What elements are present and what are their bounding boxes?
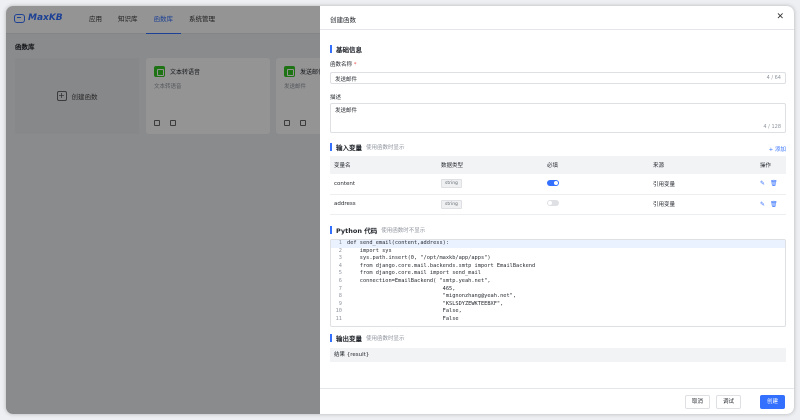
cancel-button[interactable]: 取消 [684,395,710,409]
create-function-drawer: 创建函数 ✕ 基础信息 函数名称 * 发送邮件 4 / 64 描述 发送邮件 4… [320,6,794,414]
edit-icon[interactable]: ✎ [760,180,765,187]
line-number: 7 [338,285,342,292]
desc-label: 描述 [330,95,342,101]
delete-icon[interactable]: 🗑 [770,201,778,208]
code-line: 4 from django.core.mail.backends.smtp im… [331,263,785,271]
code-text: def send_email(content,address): [347,240,450,246]
var-source: 引用变量 [649,194,756,215]
function-name-value: 发送邮件 [335,77,358,83]
section-marker [330,45,332,53]
code-line: 11 False [331,316,785,324]
section-basic-info: 基础信息 [330,44,362,54]
drawer-title: 创建函数 [330,16,356,24]
type-tag: string [441,199,462,209]
name-label: 函数名称 * [330,60,357,68]
section-marker [330,143,332,151]
code-line: 6 connection=EmailBackend( "smtp.yeah.ne… [331,278,785,286]
line-number: 1 [338,240,342,246]
section-python-code: Python 代码 使用函数时不显示 [330,225,425,235]
section-input-vars: 输入变量 使用函数时显示 [330,142,405,152]
code-text: "KSLSDYZEWKTEEBXF", [347,300,504,307]
code-line: 7 465, [331,286,785,294]
code-line: 1 def send_email(content,address): [331,240,785,248]
code-line: 3 sys.path.insert(0, "/opt/maxkb/app/app… [331,255,785,263]
code-line: 2 import sys [331,248,785,256]
drawer-header: 创建函数 ✕ [320,6,794,30]
code-text: connection=EmailBackend( "smtp.yeah.net"… [347,277,491,284]
create-button[interactable]: 创建 [759,395,785,409]
code-text: 465, [347,285,456,292]
col-header-type: 数据类型 [437,156,543,174]
line-number: 9 [338,300,342,307]
section-title: 基础信息 [336,46,362,54]
code-line: 5 from django.core.mail import send_mail [331,270,785,278]
required-toggle[interactable] [547,179,559,186]
code-line: 8 "mignonzhang@yeah.net", [331,293,785,301]
line-number: 8 [338,293,342,300]
debug-button[interactable]: 调试 [715,395,741,409]
col-header-required: 必填 [543,156,649,174]
line-number: 5 [338,270,342,277]
var-source: 引用变量 [649,174,756,195]
section-hint: 使用函数时显示 [366,336,405,342]
required-mark: * [353,62,357,68]
function-name-input[interactable]: 发送邮件 4 / 64 [330,72,786,84]
name-char-count: 4 / 64 [766,75,781,81]
required-toggle[interactable] [547,200,559,206]
section-marker [330,226,332,234]
code-text: import sys [347,247,392,254]
line-number: 11 [335,315,342,322]
var-name: address [330,194,437,215]
app-window: MaxKB 应用 知识库 函数库 系统管理 函数库 + 创建函数 文本转语音 文… [6,6,794,414]
desc-char-count: 4 / 128 [763,124,781,130]
name-label-text: 函数名称 [330,62,353,68]
line-number: 2 [338,247,342,254]
description-textarea[interactable]: 发送邮件 4 / 128 [330,103,786,133]
col-header-actions: 操作 [756,156,786,174]
code-line: 10 False, [331,308,785,316]
section-title: 输出变量 [336,335,362,343]
line-number: 3 [338,255,342,262]
line-number: 10 [335,308,342,315]
add-variable-button[interactable]: + 添加 [769,145,786,153]
section-title: 输入变量 [336,144,362,152]
col-header-name: 变量名 [330,156,437,174]
section-hint: 使用函数时显示 [366,145,405,151]
type-tag: string [441,179,462,189]
close-icon[interactable]: ✕ [776,12,784,22]
section-hint: 使用函数时不显示 [381,228,426,234]
code-text: from django.core.mail.backends.smtp impo… [347,262,536,269]
code-editor[interactable]: 1 def send_email(content,address): 2 impo… [330,239,786,327]
code-text: sys.path.insert(0, "/opt/maxkb/app/apps"… [347,255,491,262]
table-row: address string 引用变量 ✎ 🗑 [330,194,786,215]
code-text: from django.core.mail import send_mail [347,270,481,277]
delete-icon[interactable]: 🗑 [770,180,778,187]
output-variable-row: 结果 {result} [330,348,786,362]
input-vars-table: 变量名 数据类型 必填 来源 操作 content string 引用变量 ✎ 🗑… [330,156,786,215]
section-output-vars: 输出变量 使用函数时显示 [330,333,405,343]
line-number: 4 [338,262,342,269]
code-line: 9 "KSLSDYZEWKTEEBXF", [331,301,785,309]
description-value: 发送邮件 [335,108,358,114]
code-text: False, [347,308,462,315]
section-title: Python 代码 [336,227,378,235]
code-text: False [347,315,459,322]
var-name: content [330,174,437,195]
table-row: content string 引用变量 ✎ 🗑 [330,174,786,195]
drawer-footer: 取消 调试 创建 [320,388,794,414]
code-text: "mignonzhang@yeah.net", [347,293,517,300]
edit-icon[interactable]: ✎ [760,201,765,208]
section-marker [330,334,332,342]
col-header-source: 来源 [649,156,756,174]
line-number: 6 [338,277,342,284]
